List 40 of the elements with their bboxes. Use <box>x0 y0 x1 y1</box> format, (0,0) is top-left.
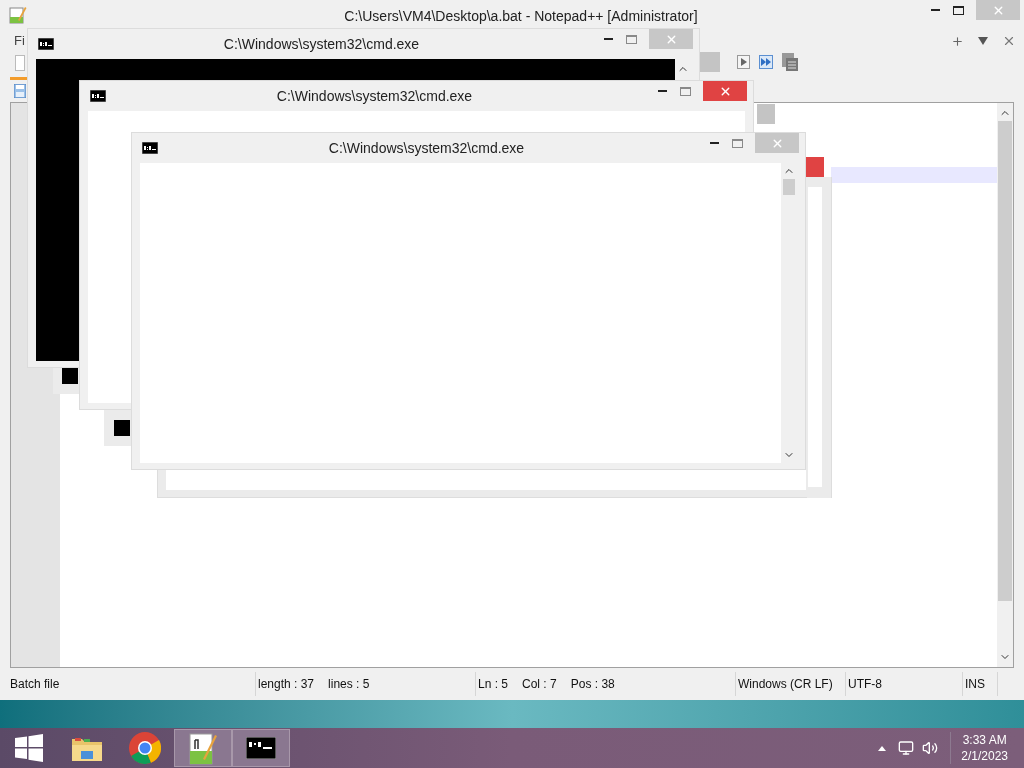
window-title: C:\Windows\system32\cmd.exe <box>328 139 525 158</box>
save-icon[interactable] <box>14 84 26 98</box>
console-icon <box>142 142 158 154</box>
dropdown-icon[interactable] <box>978 37 988 45</box>
fast-forward-icon[interactable] <box>759 55 773 69</box>
scroll-thumb[interactable] <box>998 121 1012 601</box>
volume-icon[interactable] <box>922 740 939 756</box>
network-icon[interactable] <box>898 740 915 756</box>
status-text: INS <box>965 676 985 693</box>
status-text: Windows (CR LF) <box>738 676 833 693</box>
status-text: Batch file <box>10 676 60 693</box>
clock[interactable]: 3:33 AM 2/1/2023 <box>950 732 1018 764</box>
browser-icon[interactable] <box>129 732 161 764</box>
window-title: C:\Windows\system32\cmd.exe <box>223 35 420 54</box>
console-icon[interactable] <box>246 737 276 759</box>
tab-indicator <box>10 77 27 80</box>
status-text: UTF-8 <box>848 676 882 693</box>
status-text: Col : 7 <box>522 676 557 693</box>
clock-time: 3:33 AM <box>962 732 1007 748</box>
console-icon <box>38 38 54 50</box>
status-text: Pos : 38 <box>570 676 615 693</box>
status-text: length : 37 <box>258 676 315 693</box>
menu-item[interactable]: Fi <box>14 31 25 51</box>
windows-logo-icon[interactable] <box>15 734 43 762</box>
add-icon[interactable] <box>951 34 964 48</box>
list-icon[interactable] <box>782 53 798 71</box>
scroll-thumb[interactable] <box>783 179 795 195</box>
notepad-icon <box>9 6 27 24</box>
notepad-icon[interactable] <box>188 731 218 765</box>
window-title: C:\Windows\system32\cmd.exe <box>276 87 473 106</box>
window-title: C:\Users\VM4\Desktop\a.bat - Notepad++ [Administrator] <box>344 7 698 26</box>
console-icon <box>90 90 106 102</box>
play-icon[interactable] <box>737 55 750 69</box>
status-text: Ln : 5 <box>478 676 509 693</box>
close-button[interactable] <box>703 81 747 101</box>
clock-date: 2/1/2023 <box>961 748 1008 764</box>
status-text: lines : 5 <box>328 676 370 693</box>
taskbar-button[interactable] <box>232 729 290 767</box>
show-hidden-icons-icon[interactable] <box>878 745 887 751</box>
close-icon[interactable] <box>1002 34 1016 48</box>
